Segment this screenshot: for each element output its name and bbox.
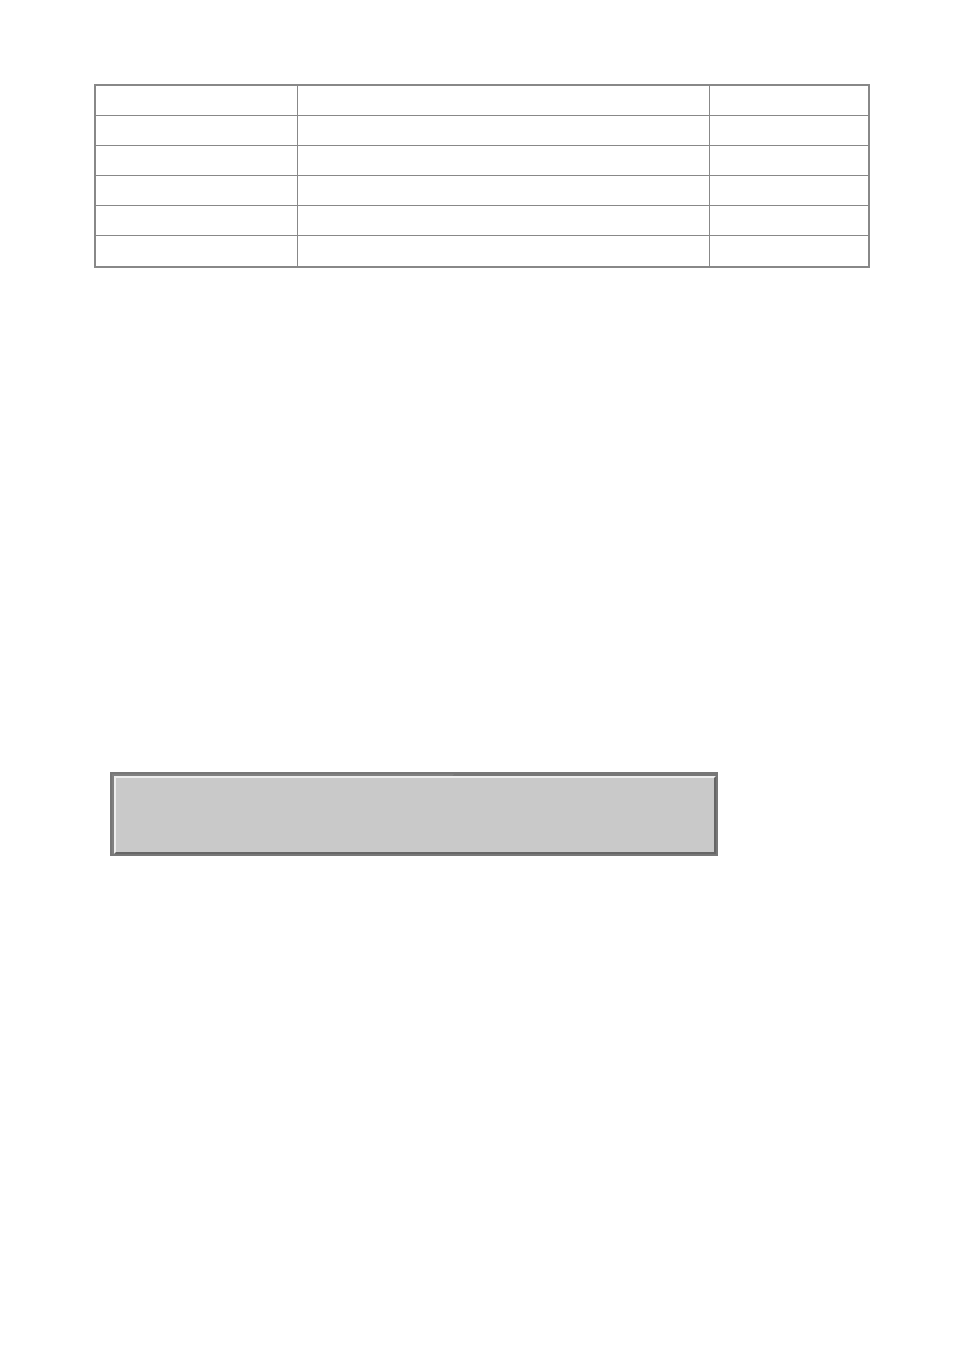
table-cell: [710, 86, 868, 115]
table-cell: [96, 176, 298, 205]
table-cell: [298, 236, 710, 266]
table-cell: [710, 236, 868, 266]
table-cell: [298, 206, 710, 235]
table-cell: [96, 146, 298, 175]
table-cell: [710, 116, 868, 145]
table-cell: [96, 206, 298, 235]
table-cell: [710, 206, 868, 235]
table-cell: [298, 146, 710, 175]
document-table: [94, 84, 870, 268]
table-cell: [710, 146, 868, 175]
table-cell: [710, 176, 868, 205]
table-cell: [96, 236, 298, 266]
table-row: [96, 86, 868, 116]
table-cell: [298, 176, 710, 205]
table-cell: [298, 86, 710, 115]
table-row: [96, 206, 868, 236]
table-row: [96, 146, 868, 176]
table-row: [96, 176, 868, 206]
table-cell: [298, 116, 710, 145]
embossed-panel: [110, 772, 718, 856]
table-row: [96, 116, 868, 146]
panel-content: [114, 776, 716, 854]
table-cell: [96, 116, 298, 145]
table-cell: [96, 86, 298, 115]
table-row: [96, 236, 868, 266]
